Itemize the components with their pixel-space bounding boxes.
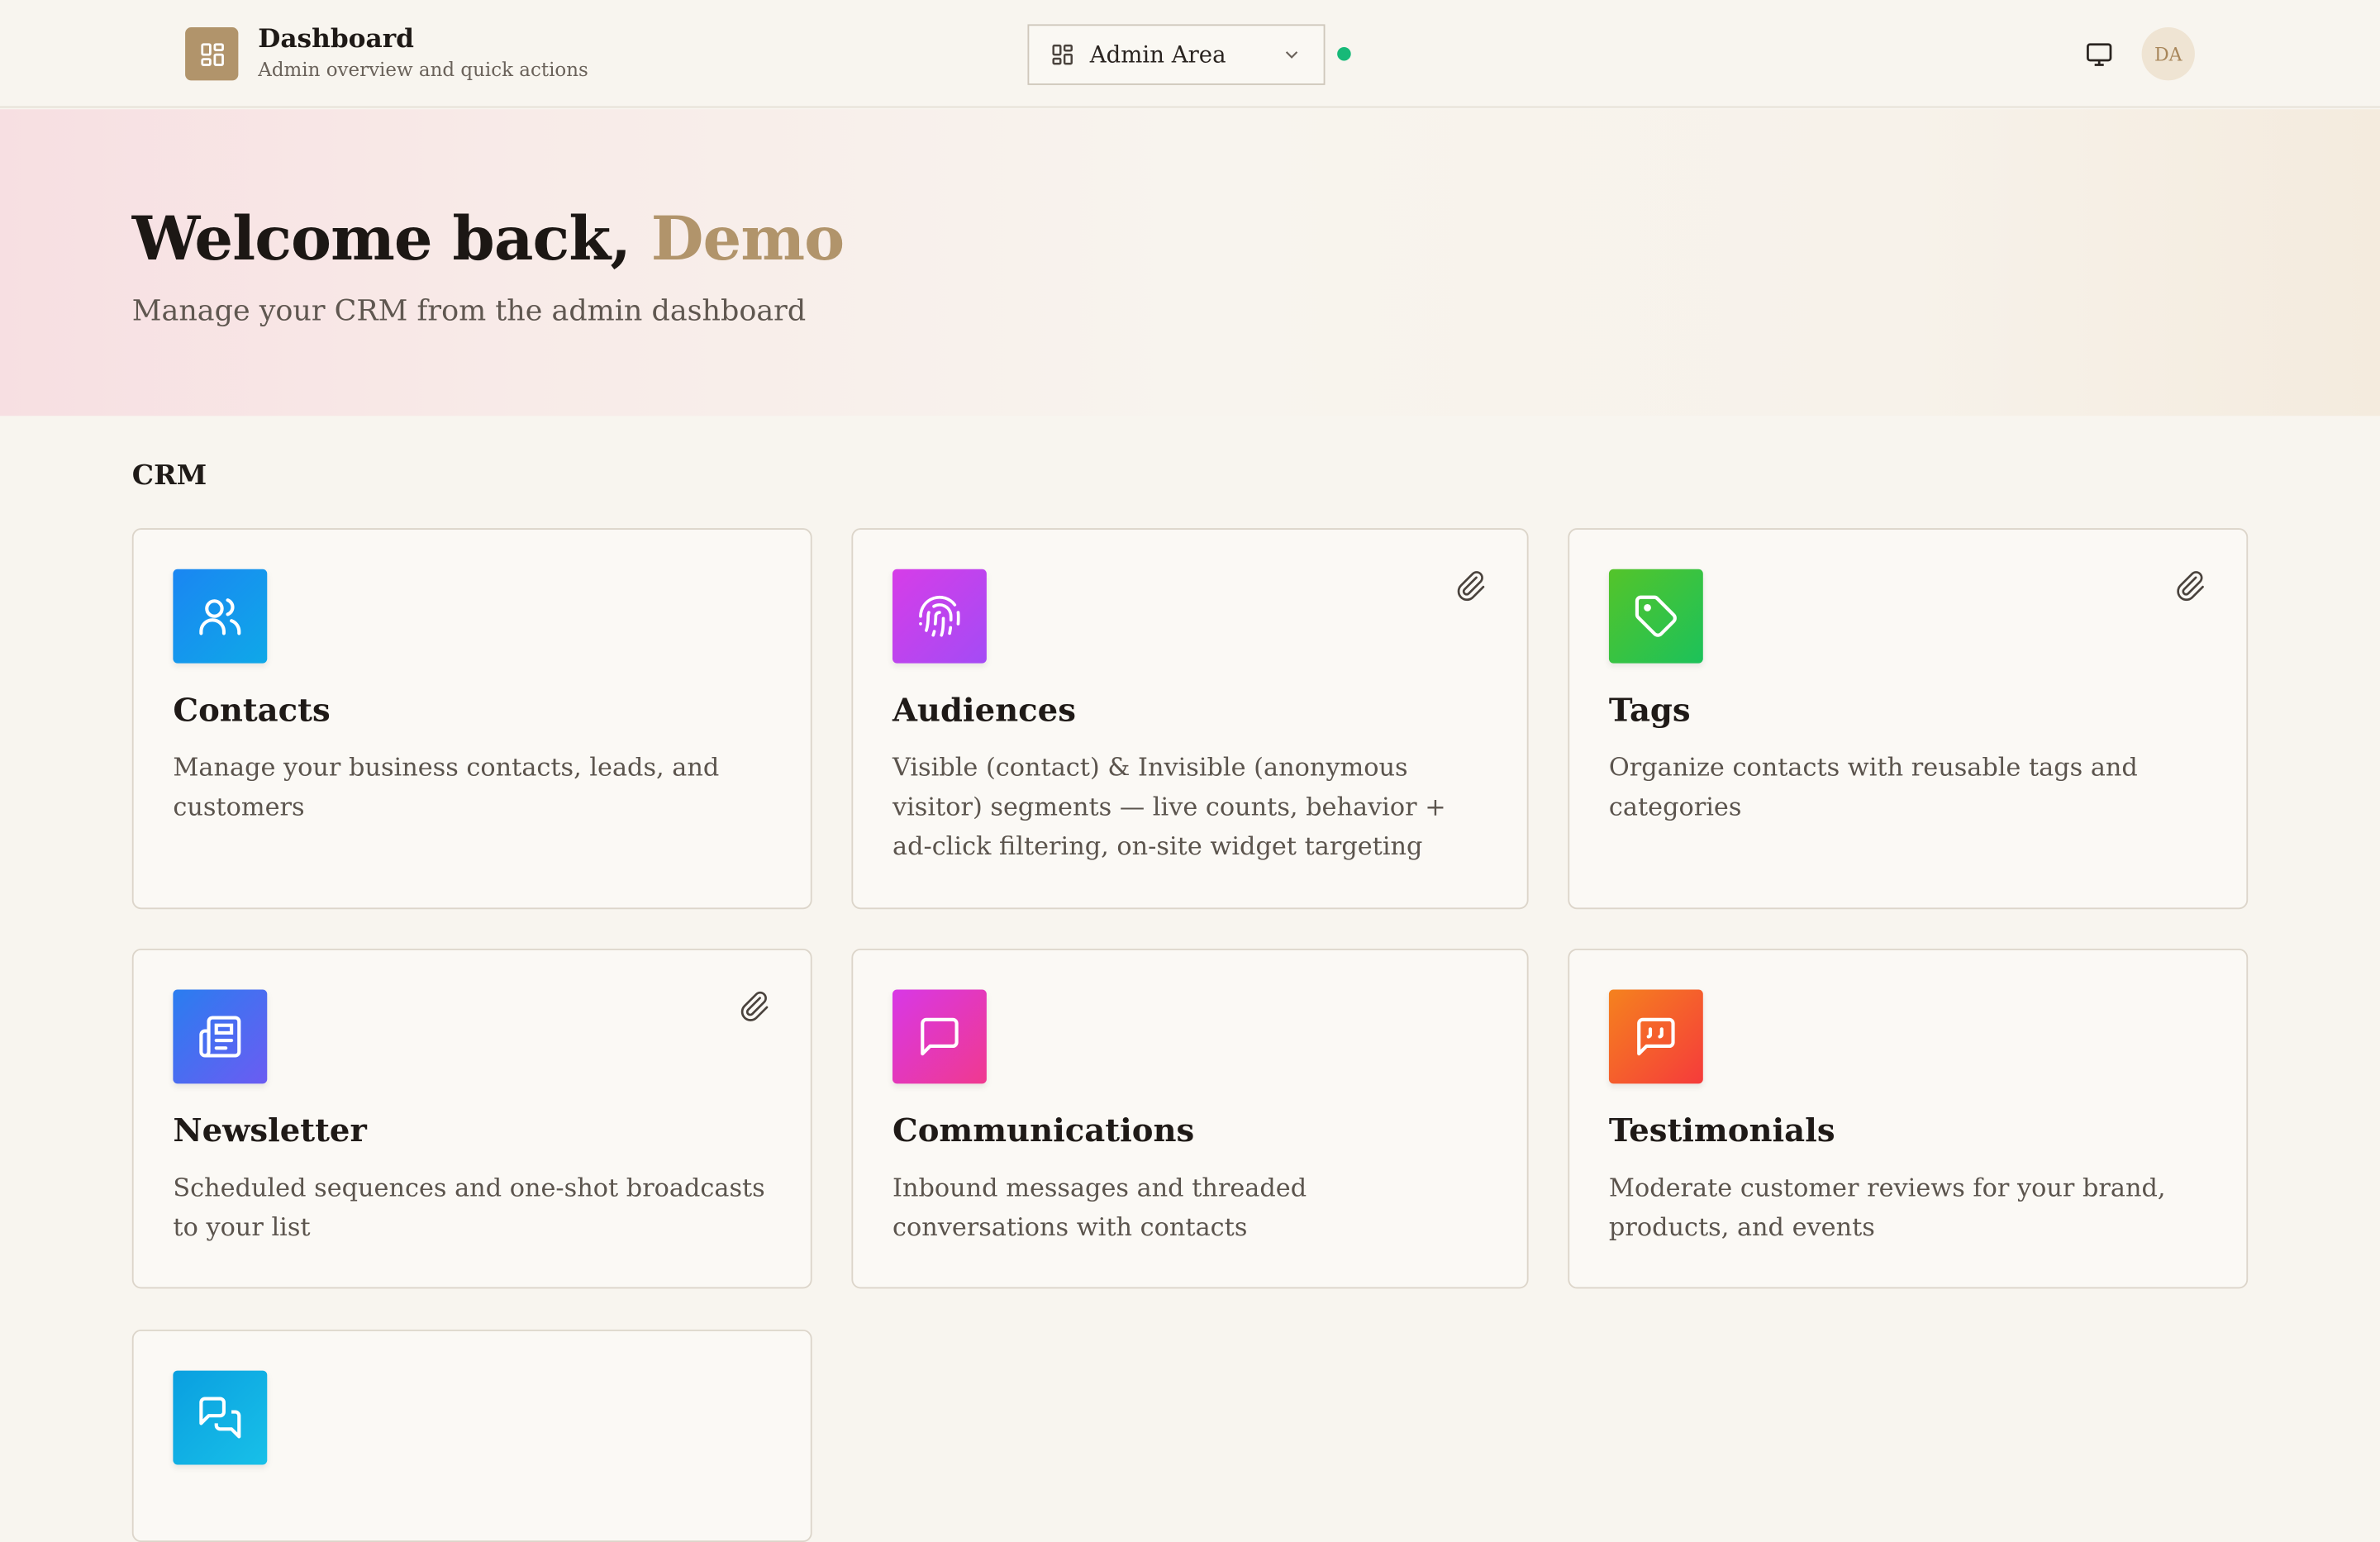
section-title-crm: CRM	[131, 459, 207, 493]
card-title: Audiences	[892, 690, 1076, 729]
card-newsletter[interactable]: Newsletter Scheduled sequences and one-s…	[131, 948, 812, 1289]
newspaper-icon	[173, 989, 268, 1084]
card-messages[interactable]	[131, 1329, 812, 1542]
card-communications[interactable]: Communications Inbound messages and thre…	[851, 948, 1529, 1289]
card-description: Moderate customer reviews for your brand…	[1608, 1173, 2166, 1242]
card-description: Scheduled sequences and one-shot broadca…	[173, 1173, 765, 1242]
chevron-down-icon	[1281, 44, 1302, 65]
card-testimonials[interactable]: Testimonials Moderate customer reviews f…	[1568, 948, 2249, 1289]
dashboard-icon[interactable]	[185, 27, 239, 81]
messages-icon	[173, 1370, 268, 1465]
tag-icon	[1608, 569, 1703, 664]
page: Dashboard Admin overview and quick actio…	[0, 0, 2380, 1542]
page-subtitle: Admin overview and quick actions	[258, 57, 588, 81]
card-title: Tags	[1608, 690, 1691, 729]
top-bar: Dashboard Admin overview and quick actio…	[0, 0, 2380, 108]
card-audiences[interactable]: Audiences Visible (contact) & Invisible …	[851, 528, 1529, 910]
card-title: Contacts	[173, 690, 331, 729]
monitor-icon[interactable]	[2081, 36, 2117, 73]
layout-grid-icon	[1050, 42, 1074, 66]
welcome-heading: Welcome back, Demo	[131, 203, 845, 275]
card-title: Communications	[892, 1111, 1195, 1149]
area-select[interactable]: Admin Area	[1027, 24, 1326, 85]
message-square-icon	[892, 989, 987, 1084]
pin-icon[interactable]	[2173, 569, 2206, 602]
welcome-greeting: Welcome back,	[131, 203, 631, 275]
card-title: Testimonials	[1608, 1111, 1835, 1149]
card-description: Inbound messages and threaded conversati…	[892, 1173, 1307, 1242]
status-indicator	[1337, 46, 1351, 61]
area-select-label: Admin Area	[1089, 40, 1226, 69]
hero-subtitle: Manage your CRM from the admin dashboard	[131, 294, 807, 328]
card-description: Visible (contact) & Invisible (anonymous…	[892, 753, 1446, 861]
avatar[interactable]: DA	[2141, 27, 2195, 81]
card-tags[interactable]: Tags Organize contacts with reusable tag…	[1568, 528, 2249, 910]
fingerprint-icon	[892, 569, 987, 664]
quote-message-icon	[1608, 989, 1703, 1084]
pin-icon[interactable]	[738, 990, 771, 1023]
card-description: Organize contacts with reusable tags and…	[1608, 753, 2138, 821]
card-description: Manage your business contacts, leads, an…	[173, 753, 720, 821]
welcome-name: Demo	[650, 203, 845, 275]
users-icon	[173, 569, 268, 664]
page-title: Dashboard	[258, 24, 415, 55]
card-title: Newsletter	[173, 1111, 367, 1149]
card-contacts[interactable]: Contacts Manage your business contacts, …	[131, 528, 812, 910]
hero-banner: Welcome back, Demo Manage your CRM from …	[0, 109, 2380, 416]
pin-icon[interactable]	[1454, 569, 1488, 602]
